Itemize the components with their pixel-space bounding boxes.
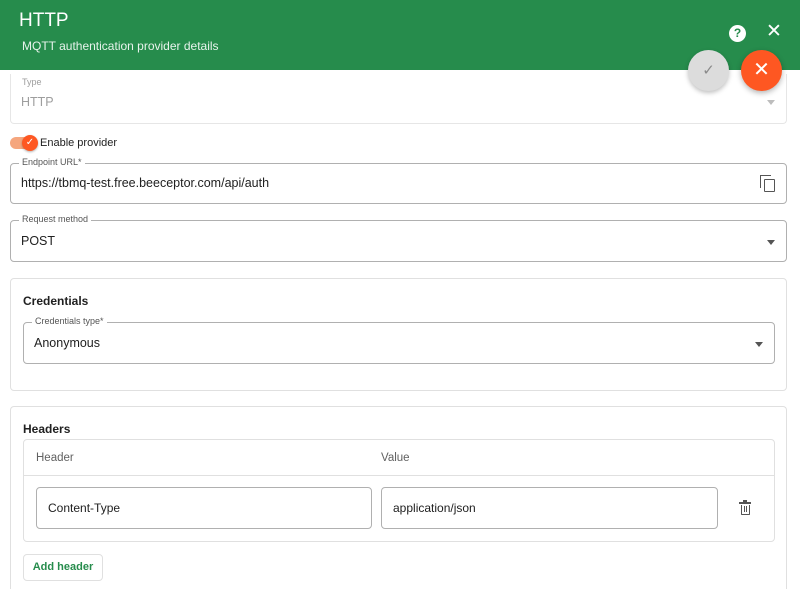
type-select: Type HTTP — [10, 74, 787, 124]
request-method-select[interactable]: Request method POST — [10, 214, 787, 262]
credentials-type-select[interactable]: Credentials type* Anonymous — [23, 316, 775, 364]
cancel-button[interactable]: ✕ — [741, 50, 782, 91]
type-label: Type — [22, 77, 42, 87]
credentials-title: Credentials — [23, 294, 89, 308]
type-value: HTTP — [21, 95, 54, 109]
endpoint-url-label: Endpoint URL* — [19, 157, 85, 167]
endpoint-url-field[interactable]: Endpoint URL* https://tbmq-test.free.bee… — [10, 157, 787, 204]
headers-title: Headers — [23, 422, 71, 436]
enable-provider-toggle[interactable]: ✓ — [10, 135, 38, 151]
credentials-type-value: Anonymous — [34, 336, 101, 350]
trash-icon[interactable] — [739, 500, 751, 515]
header-name-input[interactable]: Content-Type — [36, 487, 372, 529]
headers-table: Header Value Content-Type application/js… — [23, 439, 775, 542]
close-icon: ✕ — [753, 59, 770, 81]
header-value-value[interactable]: application/json — [393, 501, 476, 515]
endpoint-url-value[interactable]: https://tbmq-test.free.beeceptor.com/api… — [21, 176, 269, 190]
header-column-label: Header — [36, 452, 74, 464]
chevron-down-icon — [755, 342, 763, 347]
dialog-header: HTTP MQTT authentication provider detail… — [0, 0, 800, 70]
enable-provider-label: Enable provider — [40, 137, 118, 149]
request-method-label: Request method — [19, 214, 92, 224]
dialog-title: HTTP — [19, 10, 69, 31]
header-value-input[interactable]: application/json — [381, 487, 718, 529]
headers-table-head: Header Value — [24, 440, 774, 476]
request-method-value: POST — [21, 234, 56, 248]
chevron-down-icon — [767, 100, 775, 105]
value-column-label: Value — [381, 452, 410, 464]
save-button[interactable]: ✓ — [688, 50, 729, 91]
check-icon: ✓ — [702, 62, 715, 79]
add-header-button[interactable]: Add header — [23, 554, 103, 581]
close-icon[interactable]: ✕ — [764, 22, 784, 42]
check-icon: ✓ — [22, 135, 38, 151]
help-icon[interactable]: ? — [729, 25, 746, 42]
copy-icon[interactable] — [760, 175, 776, 193]
chevron-down-icon — [767, 240, 775, 245]
credentials-panel: Credentials Credentials type* Anonymous — [10, 278, 787, 391]
headers-panel: Headers Header Value Content-Type applic… — [10, 406, 787, 589]
credentials-type-label: Credentials type* — [32, 316, 107, 326]
dialog-subtitle: MQTT authentication provider details — [22, 39, 219, 53]
header-name-value[interactable]: Content-Type — [48, 501, 120, 515]
